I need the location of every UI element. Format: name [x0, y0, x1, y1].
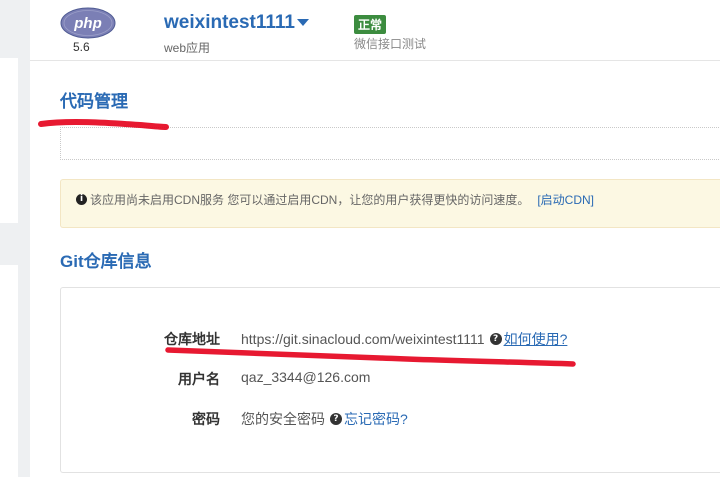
repo-address-label: 仓库地址: [164, 331, 220, 347]
username-value: qaz_3344@126.com: [241, 369, 371, 385]
username-row: qaz_3344@126.com: [241, 369, 370, 385]
enable-cdn-link[interactable]: [启动CDN]: [537, 191, 594, 208]
cdn-notice-text: 该应用尚未启用CDN服务 您可以通过启用CDN，让您的用户获得更快的访问速度。: [90, 193, 530, 207]
left-sidebar-panel: [0, 265, 18, 477]
php-logo-text: php: [73, 15, 102, 32]
password-value: 您的安全密码: [241, 411, 325, 427]
code-management-panel: [60, 127, 720, 160]
php-logo-icon: php: [60, 7, 116, 39]
password-label: 密码: [192, 411, 220, 427]
chevron-down-icon[interactable]: [297, 18, 309, 26]
cdn-notice: i 该应用尚未启用CDN服务 您可以通过启用CDN，让您的用户获得更快的访问速度…: [60, 179, 720, 228]
app-description: 微信接口测试: [354, 37, 427, 51]
app-switcher[interactable]: weixintest1111: [164, 12, 309, 34]
forgot-password-link[interactable]: 忘记密码?: [344, 409, 408, 429]
code-management-title: 代码管理: [60, 92, 128, 111]
how-to-use-link[interactable]: 如何使用?: [504, 329, 568, 349]
info-circle-icon: i: [76, 194, 87, 205]
header-divider: [30, 60, 720, 61]
app-type: web应用: [164, 41, 211, 55]
status-badge: 正常: [354, 15, 387, 34]
question-circle-icon: ?: [330, 413, 342, 425]
question-circle-icon: ?: [489, 333, 502, 345]
left-sidebar-panel: [0, 58, 18, 223]
repo-address-row: https://git.sinacloud.com/weixintest1111…: [241, 329, 567, 349]
git-info-title: Git仓库信息: [60, 252, 152, 271]
php-version: 5.6: [73, 40, 90, 54]
username-label: 用户名: [178, 371, 220, 387]
app-name[interactable]: weixintest1111: [164, 12, 295, 34]
password-row: 您的安全密码 ? 忘记密码?: [241, 409, 408, 429]
left-sidebar: [0, 0, 18, 477]
repo-url: https://git.sinacloud.com/weixintest1111: [241, 331, 485, 347]
